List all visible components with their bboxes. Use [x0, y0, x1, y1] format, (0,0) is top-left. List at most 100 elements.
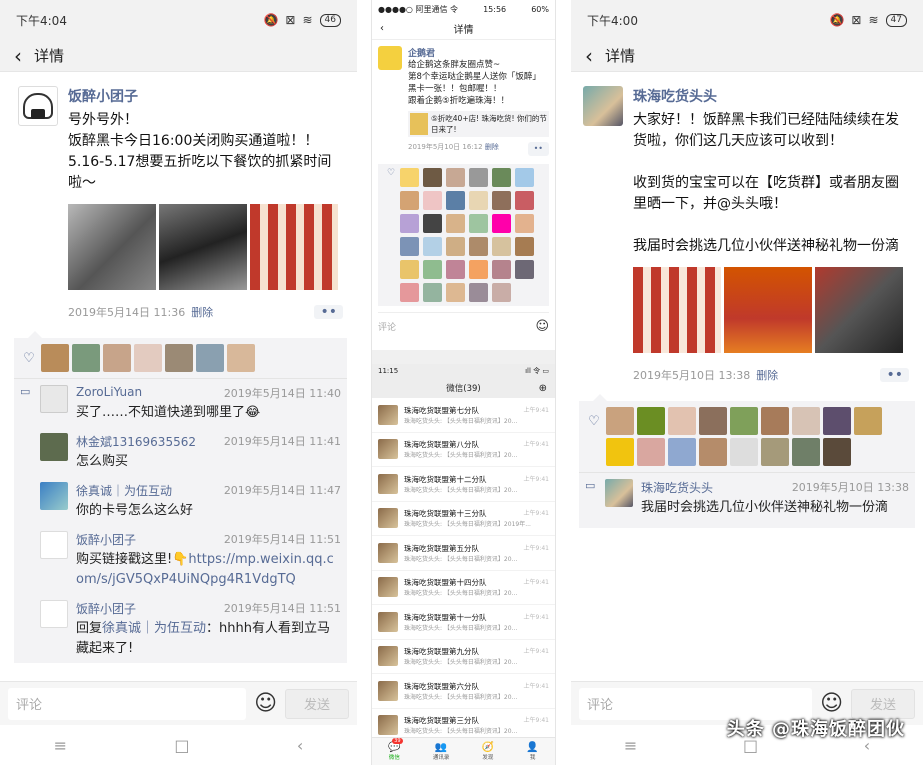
- like-avatar[interactable]: [400, 168, 419, 187]
- like-avatar[interactable]: [792, 438, 820, 466]
- like-avatar[interactable]: [446, 214, 465, 233]
- comment-item[interactable]: ▭ 珠海吃货头头 2019年5月10日 13:38 我届时会挑选几位小伙伴送神秘礼…: [579, 473, 915, 528]
- like-avatar[interactable]: [515, 191, 534, 210]
- like-avatar[interactable]: [400, 237, 419, 256]
- comment-avatar[interactable]: [605, 479, 633, 507]
- like-avatar[interactable]: [730, 407, 758, 435]
- like-avatar[interactable]: [492, 168, 511, 187]
- chat-item[interactable]: 珠海吃货联盟第八分队 上午9:41 珠海吃货头头: 【头头每日福利资讯】20...: [372, 433, 555, 467]
- comment-input[interactable]: 评论: [8, 687, 247, 720]
- comment-item[interactable]: ▭ ZoroLiYuan 2019年5月14日 11:40 买了……不知道快递到哪…: [14, 379, 347, 427]
- chat-item[interactable]: 珠海吃货联盟第九分队 上午9:41 珠海吃货头头: 【头头每日福利资讯】20...: [372, 640, 555, 674]
- like-avatar[interactable]: [400, 260, 419, 279]
- like-avatar[interactable]: [668, 407, 696, 435]
- like-avatar[interactable]: [423, 168, 442, 187]
- like-avatar[interactable]: [792, 407, 820, 435]
- post-author[interactable]: 饭醉小团子: [68, 86, 343, 106]
- back-arrow-icon[interactable]: ‹: [14, 46, 22, 66]
- add-icon[interactable]: ⊕: [539, 383, 547, 394]
- like-avatar[interactable]: [761, 438, 789, 466]
- comment-avatar[interactable]: [40, 482, 68, 510]
- delete-link[interactable]: 删除: [191, 306, 213, 319]
- comment-item[interactable]: 饭醉小团子 2019年5月14日 11:51 回复徐真诚｜为伍互动：hhhh有人看…: [14, 594, 347, 663]
- like-avatar[interactable]: [761, 407, 789, 435]
- like-avatar[interactable]: [446, 168, 465, 187]
- like-avatar[interactable]: [637, 438, 665, 466]
- post-author[interactable]: 珠海吃货头头: [633, 86, 909, 106]
- comment-author[interactable]: 饭醉小团子: [76, 531, 136, 548]
- like-avatar[interactable]: [515, 168, 534, 187]
- post-image[interactable]: [250, 204, 338, 290]
- post-image[interactable]: [724, 267, 812, 353]
- menu-icon[interactable]: ≡: [624, 736, 637, 755]
- tab-contacts[interactable]: 👥 通讯录: [433, 742, 450, 761]
- comment-avatar[interactable]: [40, 600, 68, 628]
- like-avatar[interactable]: [469, 260, 488, 279]
- like-avatar[interactable]: [400, 283, 419, 302]
- comment-author[interactable]: 饭醉小团子: [76, 600, 136, 617]
- avatar[interactable]: [583, 86, 623, 126]
- like-avatar[interactable]: [515, 214, 534, 233]
- chat-item[interactable]: 珠海吃货联盟第七分队 上午9:41 珠海吃货头头: 【头头每日福利资讯】20...: [372, 398, 555, 433]
- emoji-icon[interactable]: ☺: [254, 691, 277, 716]
- like-avatar[interactable]: [400, 191, 419, 210]
- comment-avatar[interactable]: [40, 385, 68, 413]
- like-avatar[interactable]: [446, 260, 465, 279]
- post-image[interactable]: [633, 267, 721, 353]
- like-avatar[interactable]: [492, 260, 511, 279]
- comment-item[interactable]: 饭醉小团子 2019年5月14日 11:51 购买链接戳这里!👇https://m…: [14, 525, 347, 594]
- send-button[interactable]: 发送: [285, 688, 349, 719]
- like-avatar[interactable]: [227, 344, 255, 372]
- chat-item[interactable]: 珠海吃货联盟第十二分队 上午9:41 珠海吃货头头: 【头头每日福利资讯】20...: [372, 467, 555, 502]
- like-avatar[interactable]: [469, 168, 488, 187]
- post-image[interactable]: [815, 267, 903, 353]
- comment-avatar[interactable]: [40, 433, 68, 461]
- like-avatar[interactable]: [400, 214, 419, 233]
- like-avatar[interactable]: [730, 438, 758, 466]
- like-avatar[interactable]: [823, 438, 851, 466]
- like-avatar[interactable]: [446, 283, 465, 302]
- like-avatar[interactable]: [854, 407, 882, 435]
- like-avatar[interactable]: [103, 344, 131, 372]
- emoji-icon[interactable]: ☺: [535, 319, 549, 334]
- like-avatar[interactable]: [699, 407, 727, 435]
- comment-author[interactable]: 珠海吃货头头: [641, 479, 713, 496]
- like-avatar[interactable]: [446, 191, 465, 210]
- reply-target[interactable]: 徐真诚｜为伍互动: [102, 621, 206, 636]
- like-avatar[interactable]: [699, 438, 727, 466]
- chat-item[interactable]: 珠海吃货联盟第十三分队 上午9:41 珠海吃货头头: 【头头每日福利资讯】2019年…: [372, 502, 555, 536]
- post-author[interactable]: 企鹅君: [408, 46, 549, 59]
- like-avatar[interactable]: [423, 191, 442, 210]
- back-arrow-icon[interactable]: ‹: [585, 46, 593, 66]
- like-avatar[interactable]: [637, 407, 665, 435]
- like-avatar[interactable]: [469, 191, 488, 210]
- like-avatar[interactable]: [515, 260, 534, 279]
- send-button[interactable]: 发送: [851, 688, 915, 719]
- back-icon[interactable]: ‹: [297, 736, 303, 755]
- comment-item[interactable]: 徐真诚｜为伍互动 2019年5月14日 11:47 你的卡号怎么这么好: [14, 476, 347, 525]
- more-icon[interactable]: ••: [527, 142, 549, 156]
- chat-item[interactable]: 珠海吃货联盟第十一分队 上午9:41 珠海吃货头头: 【头头每日福利资讯】20...: [372, 605, 555, 640]
- avatar[interactable]: [18, 86, 58, 126]
- comment-item[interactable]: 林金斌13169635562 2019年5月14日 11:41 怎么购买: [14, 427, 347, 476]
- like-avatar[interactable]: [492, 214, 511, 233]
- like-avatar[interactable]: [423, 260, 442, 279]
- more-icon[interactable]: ••: [880, 368, 909, 382]
- chat-item[interactable]: 珠海吃货联盟第六分队 上午9:41 珠海吃货头头: 【头头每日福利资讯】20...: [372, 674, 555, 709]
- like-avatar[interactable]: [196, 344, 224, 372]
- more-icon[interactable]: ••: [314, 305, 343, 319]
- delete-link[interactable]: 删除: [485, 143, 499, 151]
- like-avatar[interactable]: [492, 283, 511, 302]
- tab-me[interactable]: 👤 我: [526, 742, 538, 761]
- like-avatar[interactable]: [423, 214, 442, 233]
- like-avatar[interactable]: [469, 214, 488, 233]
- like-avatar[interactable]: [515, 237, 534, 256]
- tab-chats[interactable]: 💬 39 微信: [388, 738, 403, 761]
- like-avatar[interactable]: [606, 407, 634, 435]
- like-avatar[interactable]: [134, 344, 162, 372]
- tab-discover[interactable]: 🧭 发现: [482, 742, 494, 761]
- like-avatar[interactable]: [823, 407, 851, 435]
- like-avatar[interactable]: [492, 237, 511, 256]
- like-avatar[interactable]: [72, 344, 100, 372]
- like-avatar[interactable]: [41, 344, 69, 372]
